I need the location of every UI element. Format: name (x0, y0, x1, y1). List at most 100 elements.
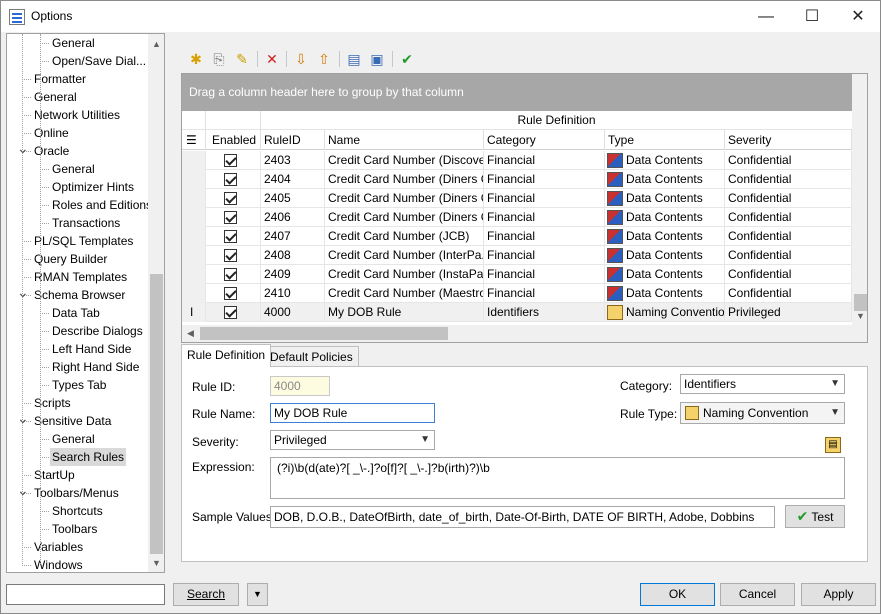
grid-horizontal-scrollbar[interactable]: ◀ (182, 325, 867, 342)
options-tree[interactable]: General Open/Save Dial... Formatter General… (6, 33, 165, 573)
enabled-checkbox[interactable] (224, 211, 237, 224)
cell-severity[interactable]: Confidential (725, 208, 852, 227)
tree-item[interactable]: Schema Browser (32, 286, 127, 304)
cell-ruleid[interactable]: 2409 (261, 265, 325, 284)
cell-ruleid[interactable]: 2404 (261, 170, 325, 189)
column-header-category[interactable]: Category (484, 130, 605, 150)
table-row[interactable]: 2409 Credit Card Number (InstaPa... Financ… (182, 265, 852, 284)
tree-item[interactable]: Sensitive Data (32, 412, 113, 430)
tree-item[interactable]: PL/SQL Templates (32, 232, 135, 250)
cell-category[interactable]: Financial (484, 189, 605, 208)
cell-type[interactable]: Data Contents (605, 208, 725, 227)
tree-scroll-thumb[interactable] (150, 274, 163, 554)
cell-category[interactable]: Financial (484, 227, 605, 246)
copy-rule-icon[interactable]: ⎘ (209, 49, 229, 69)
cell-type[interactable]: Data Contents (605, 227, 725, 246)
tree-item[interactable]: StartUp (32, 466, 77, 484)
cell-severity[interactable]: Confidential (725, 151, 852, 170)
tree-item[interactable]: Open/Save Dial... (50, 52, 148, 70)
tree-item[interactable]: Online (32, 124, 71, 142)
search-dropdown-button[interactable]: ▼ (247, 583, 268, 606)
cell-type[interactable]: Naming Convention (605, 303, 725, 322)
column-header-ruleid[interactable]: RuleID (261, 130, 325, 150)
cell-name[interactable]: Credit Card Number (InterPa... (325, 246, 484, 265)
delete-rule-icon[interactable]: ✕ (262, 49, 282, 69)
group-by-area[interactable]: Drag a column header here to group by th… (182, 74, 852, 111)
cell-category[interactable]: Financial (484, 208, 605, 227)
cell-category[interactable]: Financial (484, 284, 605, 303)
export-icon[interactable]: ⇧ (314, 49, 334, 69)
row-indicator[interactable] (182, 265, 206, 284)
cell-name[interactable]: Credit Card Number (Maestro... (325, 284, 484, 303)
grid-vertical-thumb[interactable] (854, 294, 867, 311)
cell-ruleid[interactable]: 2403 (261, 151, 325, 170)
tree-item[interactable]: RMAN Templates (32, 268, 129, 286)
cell-severity[interactable]: Privileged (725, 303, 852, 322)
tree-item[interactable]: General (50, 430, 97, 448)
import-icon[interactable]: ⇩ (291, 49, 311, 69)
tree-item[interactable]: Oracle (32, 142, 71, 160)
cell-name[interactable]: Credit Card Number (Diners C... (325, 189, 484, 208)
cell-category[interactable]: Financial (484, 151, 605, 170)
search-input[interactable] (6, 584, 165, 605)
enabled-checkbox[interactable] (224, 173, 237, 186)
tree-item[interactable]: Right Hand Side (50, 358, 141, 376)
row-indicator[interactable] (182, 189, 206, 208)
validate-icon[interactable]: ✔ (397, 49, 417, 69)
cell-severity[interactable]: Confidential (725, 246, 852, 265)
tab-default-policies[interactable]: Default Policies (264, 346, 359, 367)
row-indicator[interactable] (182, 151, 206, 170)
cell-ruleid[interactable]: 2410 (261, 284, 325, 303)
search-button[interactable]: Search (173, 583, 239, 606)
clipboard-icon[interactable]: ▤ (825, 437, 841, 453)
cell-category[interactable]: Financial (484, 265, 605, 284)
cell-severity[interactable]: Confidential (725, 284, 852, 303)
row-indicator[interactable] (182, 246, 206, 265)
test-button[interactable]: ✔ Test (785, 505, 845, 528)
cell-ruleid[interactable]: 2405 (261, 189, 325, 208)
enabled-checkbox[interactable] (224, 268, 237, 281)
cell-ruleid[interactable]: 2407 (261, 227, 325, 246)
table-row[interactable]: I 4000 My DOB Rule Identifiers Naming Conven… (182, 303, 852, 322)
cell-ruleid[interactable]: 2406 (261, 208, 325, 227)
expression-input[interactable]: (?i)\b(d(ate)?[ _\-.]?o[f]?[ _\-.]?b(irt… (270, 457, 845, 499)
cell-type[interactable]: Data Contents (605, 265, 725, 284)
enabled-checkbox[interactable] (224, 230, 237, 243)
grid-scroll-left-icon[interactable]: ◀ (182, 325, 199, 342)
cell-category[interactable]: Financial (484, 246, 605, 265)
row-indicator[interactable] (182, 170, 206, 189)
cell-severity[interactable]: Confidential (725, 265, 852, 284)
row-indicator[interactable] (182, 208, 206, 227)
cell-name[interactable]: Credit Card Number (Diners C... (325, 208, 484, 227)
row-indicator[interactable] (182, 227, 206, 246)
tree-item[interactable]: Roles and Editions (50, 196, 154, 214)
column-header-enabled[interactable]: Enabled (206, 130, 261, 150)
cell-type[interactable]: Data Contents (605, 189, 725, 208)
tree-item[interactable]: Toolbars/Menus (32, 484, 121, 502)
cell-name[interactable]: Credit Card Number (JCB) (325, 227, 484, 246)
cell-name[interactable]: Credit Card Number (Discover) (325, 151, 484, 170)
tree-item[interactable]: General (32, 88, 79, 106)
maximize-button[interactable]: ☐ (789, 1, 835, 32)
tree-item[interactable]: General (50, 34, 97, 52)
row-indicator[interactable] (182, 284, 206, 303)
row-indicator[interactable]: I (182, 303, 206, 322)
tree-item[interactable]: Types Tab (50, 376, 108, 394)
rule-type-select[interactable]: Naming Convention ▼ (680, 402, 845, 424)
column-header-severity[interactable]: Severity (725, 130, 852, 150)
apply-button[interactable]: Apply (801, 583, 876, 606)
cell-severity[interactable]: Confidential (725, 170, 852, 189)
cell-name[interactable]: Credit Card Number (InstaPa... (325, 265, 484, 284)
grid-vertical-scrollbar[interactable]: ▼ (852, 74, 867, 325)
rule-name-input[interactable]: My DOB Rule (270, 403, 435, 423)
cell-severity[interactable]: Confidential (725, 227, 852, 246)
cell-name[interactable]: My DOB Rule (325, 303, 484, 322)
table-row[interactable]: 2403 Credit Card Number (Discover) Financi… (182, 151, 852, 170)
column-header-name[interactable]: Name (325, 130, 484, 150)
tree-item[interactable]: Transactions (50, 214, 122, 232)
cell-name[interactable]: Credit Card Number (Diners C... (325, 170, 484, 189)
cell-ruleid[interactable]: 4000 (261, 303, 325, 322)
tree-item[interactable]: Search Rules (50, 448, 127, 466)
tree-item[interactable]: Describe Dialogs (50, 322, 145, 340)
tree-item[interactable]: Scripts (32, 394, 73, 412)
